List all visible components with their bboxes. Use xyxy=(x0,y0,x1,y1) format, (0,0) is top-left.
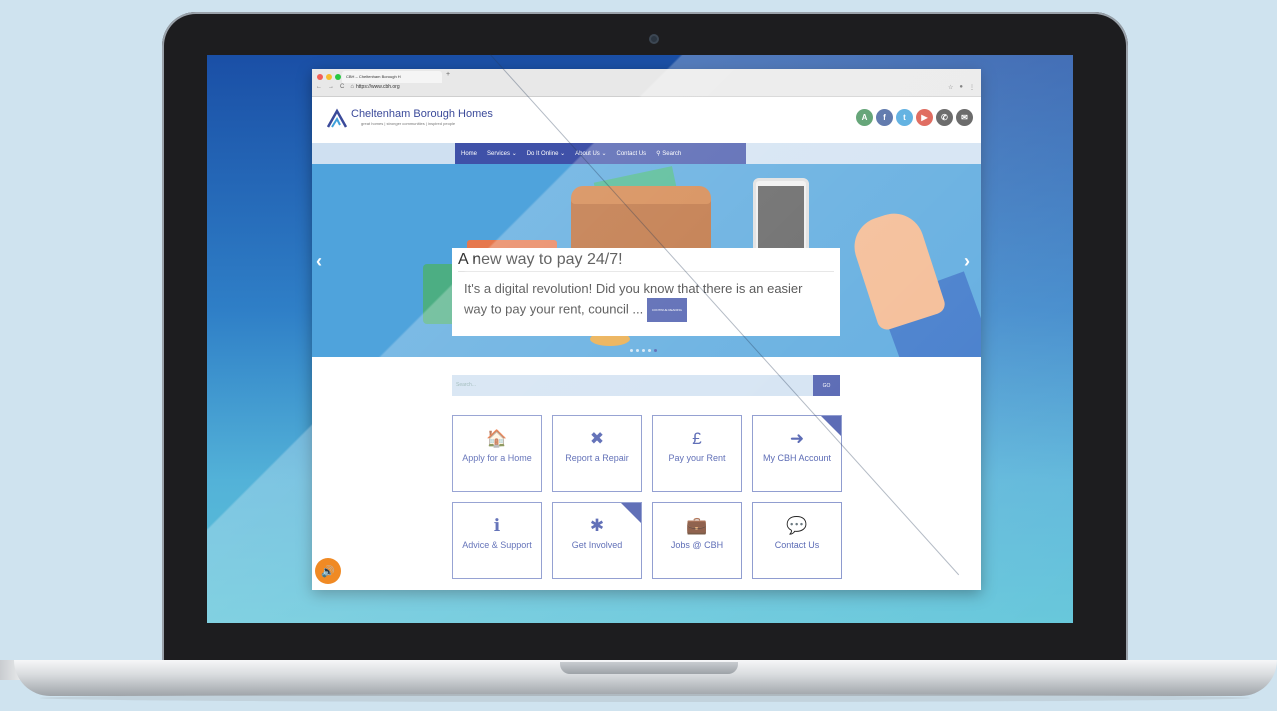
close-window-icon[interactable] xyxy=(317,74,323,80)
phone-icon[interactable]: ✆ xyxy=(936,109,953,126)
quick-link-tile[interactable]: ➜ My CBH Account xyxy=(752,415,842,492)
tile-icon: ✖ xyxy=(589,429,605,448)
nav-item-0[interactable]: Home xyxy=(461,151,477,157)
carousel-dot[interactable] xyxy=(630,349,633,352)
audio-speaker-icon[interactable]: 🔊 xyxy=(315,558,341,584)
window-controls xyxy=(317,74,341,80)
carousel-dot[interactable] xyxy=(642,349,645,352)
browser-tab[interactable]: CBH – Cheltenham Borough H xyxy=(342,71,442,83)
hero-title: A new way to pay 24/7! xyxy=(458,251,834,272)
nav-item-2[interactable]: Do It Online ⌄ xyxy=(527,150,565,157)
tile-label: Get Involved xyxy=(571,540,623,550)
quick-link-tile[interactable]: 💬 Contact Us xyxy=(752,502,842,579)
email-icon[interactable]: ✉ xyxy=(956,109,973,126)
tile-label: Advice & Support xyxy=(462,540,532,550)
quick-link-tile[interactable]: ℹ Advice & Support xyxy=(452,502,542,579)
tile-icon: 💬 xyxy=(786,516,808,535)
carousel-prev-icon[interactable]: ‹ xyxy=(316,251,322,272)
tile-label: Jobs @ CBH xyxy=(670,540,724,550)
hero-body: It's a digital revolution! Did you know … xyxy=(458,272,834,322)
site-logo[interactable]: Cheltenham Borough Homes great homes | s… xyxy=(326,105,493,129)
house-logo-icon xyxy=(326,108,348,128)
continue-reading-button[interactable]: CONTINUE READING xyxy=(646,298,687,322)
quick-link-tile[interactable]: 💼 Jobs @ CBH xyxy=(652,502,742,579)
tile-corner-badge xyxy=(821,416,841,436)
back-icon[interactable]: ← xyxy=(316,84,322,90)
logo-tagline: great homes | stronger communities | ins… xyxy=(361,121,456,126)
hero-caption: A new way to pay 24/7! It's a digital re… xyxy=(452,248,840,336)
tile-corner-badge xyxy=(621,503,641,523)
tile-icon: £ xyxy=(692,429,702,448)
home-icon[interactable]: ⌂ xyxy=(350,84,354,90)
site-header: Cheltenham Borough Homes great homes | s… xyxy=(312,97,981,143)
browser-menu-icon[interactable]: ⋮ xyxy=(969,84,975,91)
minimize-window-icon[interactable] xyxy=(326,74,332,80)
social-links: Af t ▶ ✆ ✉ xyxy=(856,109,973,126)
browser-chrome: CBH – Cheltenham Borough H + ← → C ⌂ htt… xyxy=(312,69,981,97)
search-input[interactable]: Search... xyxy=(452,375,813,396)
webcam xyxy=(649,34,659,44)
wallet-flap-illustration xyxy=(571,186,711,204)
address-bar[interactable]: https://www.cbh.org xyxy=(356,84,400,90)
reload-icon[interactable]: C xyxy=(340,84,344,90)
site-search: Search... GO xyxy=(452,375,840,396)
quick-link-tile[interactable]: £ Pay your Rent xyxy=(652,415,742,492)
quick-links-grid: 🏠 Apply for a Home ✖ Report a Repair £ Pay yo… xyxy=(452,415,842,579)
quick-link-tile[interactable]: ✱ Get Involved xyxy=(552,502,642,579)
laptop-shadow xyxy=(40,694,1250,702)
tile-icon: ℹ xyxy=(493,516,501,535)
youtube-icon[interactable]: ▶ xyxy=(916,109,933,126)
tile-label: Apply for a Home xyxy=(462,453,532,463)
bookmark-star-icon[interactable]: ☆ xyxy=(948,84,953,91)
carousel-dot[interactable] xyxy=(648,349,651,352)
tile-label: My CBH Account xyxy=(762,453,832,463)
profile-icon[interactable]: ● xyxy=(959,84,963,91)
tile-label: Report a Repair xyxy=(565,453,629,463)
search-go-button[interactable]: GO xyxy=(813,375,840,396)
tile-icon: 🏠 xyxy=(486,429,508,448)
carousel-next-icon[interactable]: › xyxy=(964,251,970,272)
nav-item-3[interactable]: About Us ⌄ xyxy=(575,150,606,157)
browser-tools: ☆ ● ⋮ xyxy=(948,84,975,91)
hand-illustration xyxy=(846,205,948,333)
logo-name: Cheltenham Borough Homes xyxy=(351,108,493,120)
maximize-window-icon[interactable] xyxy=(335,74,341,80)
twitter-icon[interactable]: t xyxy=(896,109,913,126)
carousel-dot-active[interactable] xyxy=(654,349,657,352)
facebook-icon[interactable]: f xyxy=(876,109,893,126)
forward-icon[interactable]: → xyxy=(328,84,334,90)
carousel-dot[interactable] xyxy=(636,349,639,352)
nav-item-5[interactable]: ⚲ Search xyxy=(656,150,681,157)
tile-label: Contact Us xyxy=(774,540,820,550)
nav-band: Home Services ⌄ Do It Online ⌄ About Us ⌄ Co… xyxy=(312,143,981,164)
accessibility-icon[interactable]: A xyxy=(856,109,873,126)
hero-carousel: ‹ › A new way to pay 24/7! It's a digita… xyxy=(312,164,981,357)
hero-body-text: It's a digital revolution! Did you know … xyxy=(464,281,803,317)
nav-item-4[interactable]: Contact Us xyxy=(616,151,646,157)
tile-label: Pay your Rent xyxy=(668,453,726,463)
carousel-indicators xyxy=(630,349,657,352)
quick-link-tile[interactable]: 🏠 Apply for a Home xyxy=(452,415,542,492)
laptop-notch xyxy=(560,662,738,674)
browser-nav-buttons: ← → C ⌂ xyxy=(316,84,354,90)
main-nav: Home Services ⌄ Do It Online ⌄ About Us ⌄ Co… xyxy=(455,143,746,164)
new-tab-button[interactable]: + xyxy=(446,71,450,78)
browser-window: CBH – Cheltenham Borough H + ← → C ⌂ htt… xyxy=(312,69,981,590)
quick-link-tile[interactable]: ✖ Report a Repair xyxy=(552,415,642,492)
nav-item-1[interactable]: Services ⌄ xyxy=(487,150,517,157)
tile-icon: 💼 xyxy=(686,516,708,535)
